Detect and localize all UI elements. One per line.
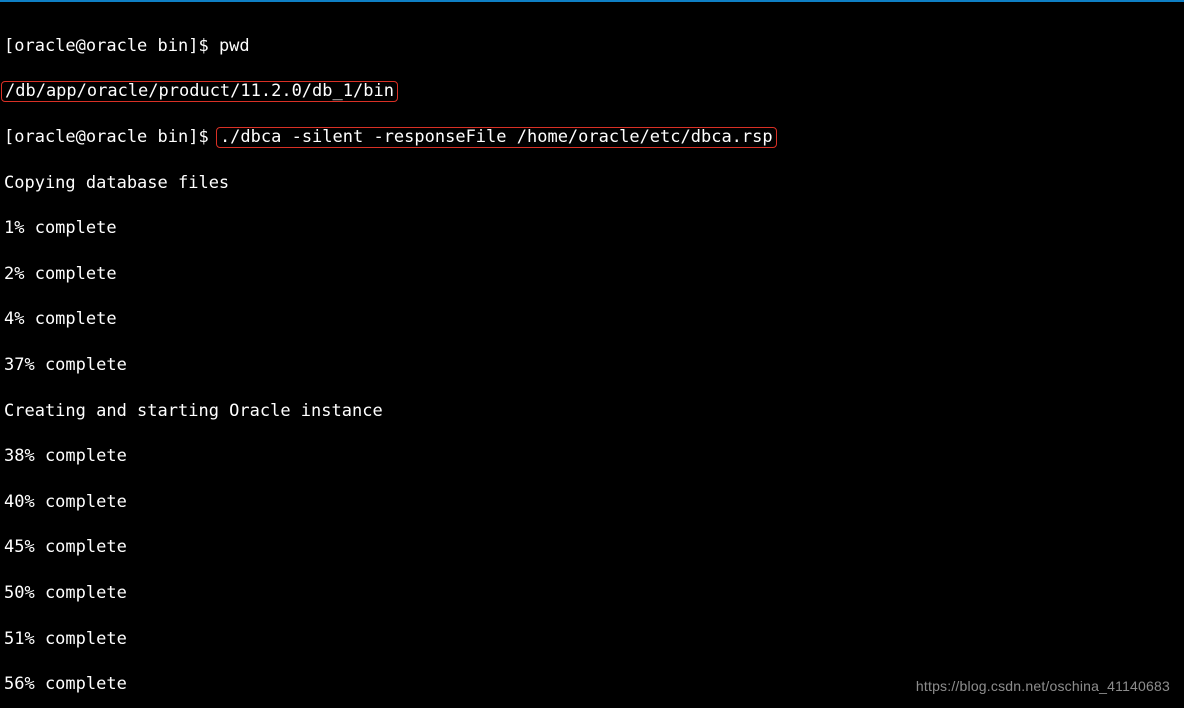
terminal-line: 2% complete [4, 263, 1180, 286]
terminal-output[interactable]: [oracle@oracle bin]$ pwd /db/app/oracle/… [0, 2, 1184, 708]
shell-prompt: [oracle@oracle bin]$ [4, 36, 219, 56]
terminal-line: 4% complete [4, 308, 1180, 331]
watermark-text: https://blog.csdn.net/oschina_41140683 [916, 678, 1170, 694]
cmd-pwd: pwd [219, 36, 250, 56]
shell-prompt: [oracle@oracle bin]$ [4, 127, 219, 147]
terminal-line: [oracle@oracle bin]$ pwd [4, 35, 1180, 58]
terminal-line: 50% complete [4, 582, 1180, 605]
terminal-line: [oracle@oracle bin]$ ./dbca -silent -res… [4, 126, 1180, 149]
terminal-line: 40% complete [4, 491, 1180, 514]
terminal-line: 1% complete [4, 217, 1180, 240]
highlight-dbca-cmd: ./dbca -silent -responseFile /home/oracl… [216, 127, 777, 148]
terminal-line: 51% complete [4, 628, 1180, 651]
terminal-line: 37% complete [4, 354, 1180, 377]
terminal-line: Creating and starting Oracle instance [4, 400, 1180, 423]
terminal-line: 38% complete [4, 445, 1180, 468]
terminal-line: /db/app/oracle/product/11.2.0/db_1/bin [4, 80, 1180, 103]
highlight-pwd-output: /db/app/oracle/product/11.2.0/db_1/bin [1, 81, 398, 102]
terminal-line: 45% complete [4, 536, 1180, 559]
terminal-line: Copying database files [4, 172, 1180, 195]
